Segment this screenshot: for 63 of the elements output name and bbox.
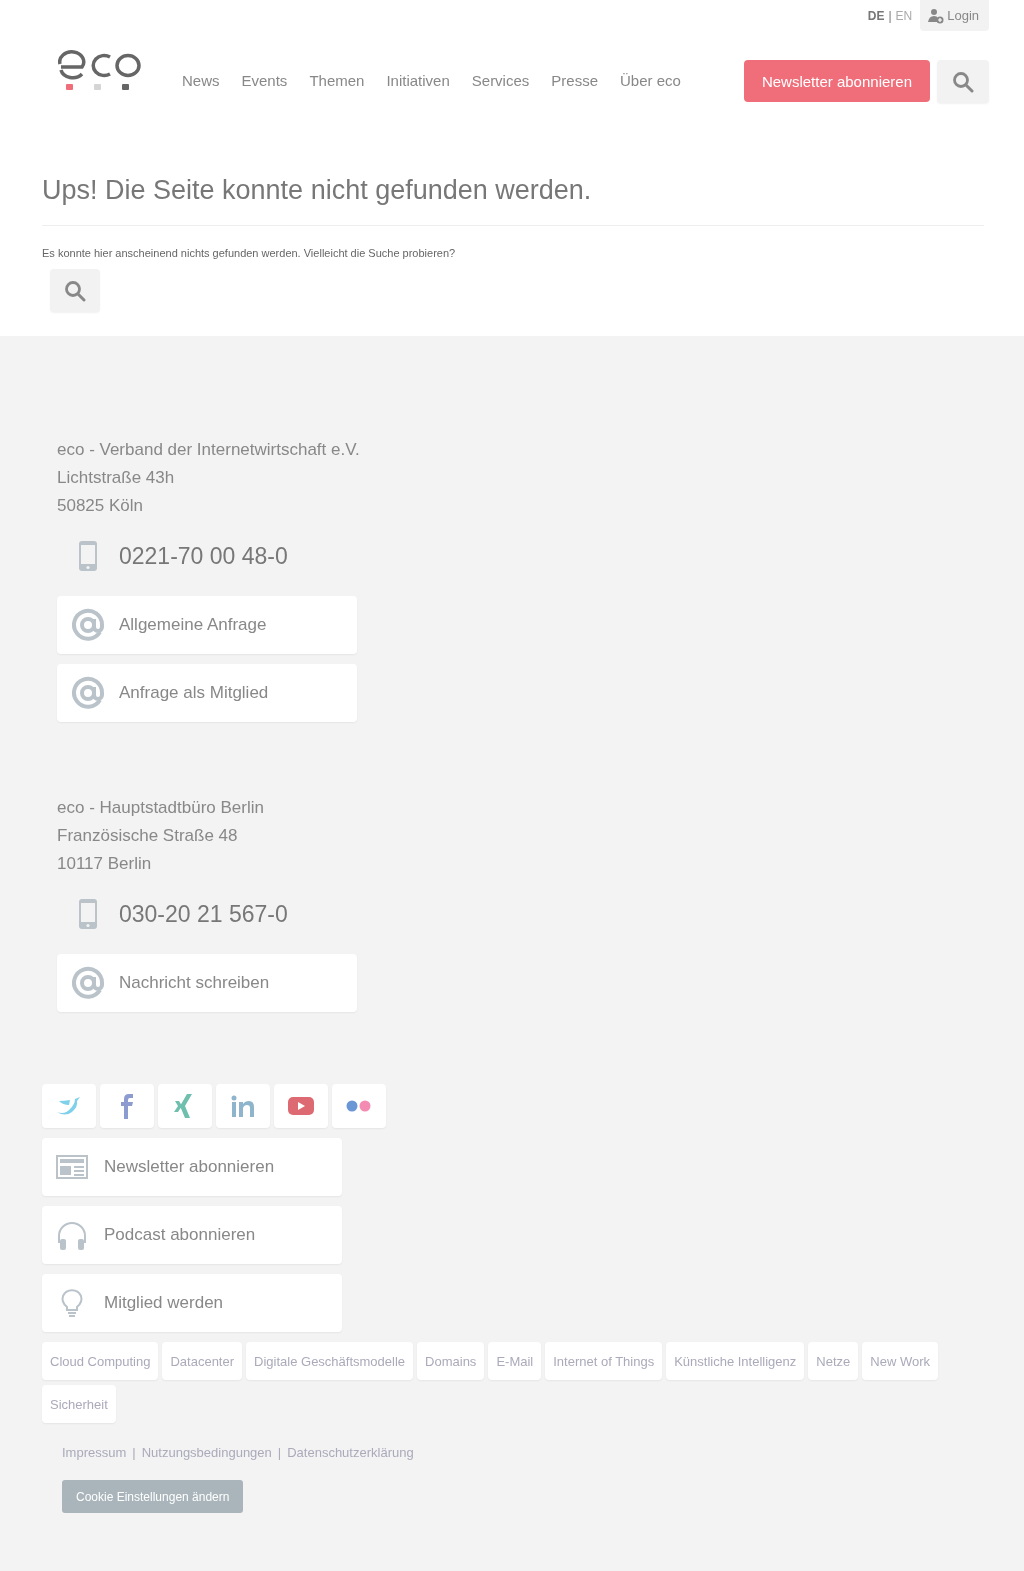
newsletter-button[interactable]: Newsletter abonnieren — [743, 60, 930, 102]
topic-tag[interactable]: Digitale Geschäftsmodelle — [246, 1342, 414, 1380]
address-line: Lichtstraße 43h — [57, 467, 176, 489]
legal-link[interactable]: Nutzungsbedingungen — [141, 1445, 272, 1460]
nav-link[interactable]: News — [182, 72, 220, 89]
at-sign-icon — [71, 676, 105, 710]
social-link[interactable] — [100, 1084, 154, 1128]
contact-link[interactable]: Anfrage als Mitglied — [57, 664, 357, 722]
address-line: 10117 Berlin — [57, 853, 153, 875]
phone-icon — [78, 540, 98, 572]
page-heading: Ups! Die Seite konnte nicht gefunden werden. — [42, 174, 593, 207]
topic-tag[interactable]: Sicherheit — [42, 1385, 116, 1423]
phone-number: 0221-70 00 48-0 — [119, 542, 288, 570]
social-link[interactable] — [158, 1084, 212, 1128]
topic-tag[interactable]: Künstliche Intelligenz — [666, 1342, 805, 1380]
language-link[interactable]: DE — [867, 8, 885, 23]
nav-link[interactable]: Über eco — [620, 72, 681, 89]
topic-tag[interactable]: Domains — [417, 1342, 485, 1380]
social-link[interactable] — [274, 1084, 328, 1128]
address-line: 50825 Köln — [57, 495, 145, 517]
search-icon — [952, 70, 974, 93]
topic-tag[interactable]: New Work — [862, 1342, 938, 1380]
social-link[interactable] — [42, 1084, 96, 1128]
separator: | — [132, 1445, 136, 1460]
logo-icon[interactable] — [58, 48, 142, 92]
error-message: Es konnte hier anscheinend nichts gefunden werden. Vielleicht die Suche probieren? — [42, 247, 457, 259]
phone-icon — [78, 898, 98, 930]
cookie-settings-button[interactable]: Cookie Einstellungen ändern — [62, 1480, 244, 1513]
social-link[interactable] — [216, 1084, 270, 1128]
newspaper-icon — [56, 1155, 88, 1179]
separator: | — [277, 1445, 282, 1460]
nav-link[interactable]: Events — [241, 72, 288, 89]
topic-tag[interactable]: Netze — [808, 1342, 859, 1380]
at-sign-icon — [71, 966, 105, 1000]
at-sign-icon — [71, 608, 105, 642]
separator: | — [888, 8, 892, 23]
topic-tag[interactable]: Datacenter — [162, 1342, 243, 1380]
nav-link[interactable]: Services — [471, 72, 530, 89]
social-link[interactable] — [332, 1084, 386, 1128]
user-icon — [928, 7, 945, 24]
topic-tag[interactable]: Cloud Computing — [42, 1342, 159, 1380]
nav-link[interactable]: Initiativen — [386, 72, 450, 89]
footer-link[interactable]: Podcast abonnieren — [42, 1206, 342, 1264]
search-button[interactable] — [937, 60, 989, 103]
footer-link[interactable]: Newsletter abonnieren — [42, 1138, 342, 1196]
footer-link[interactable]: Mitglied werden — [42, 1274, 342, 1332]
search-icon — [64, 279, 86, 302]
topic-tag[interactable]: Internet of Things — [545, 1342, 663, 1380]
phone-number: 030-20 21 567-0 — [119, 900, 288, 928]
nav-link[interactable]: Presse — [551, 72, 598, 89]
address-line: eco - Verband der Internetwirtschaft e.V. — [57, 439, 361, 461]
login-button[interactable]: Login — [920, 0, 989, 31]
legal-link[interactable]: Impressum — [62, 1445, 127, 1460]
topic-tag[interactable]: E-Mail — [488, 1342, 542, 1380]
headphones-icon — [56, 1219, 88, 1251]
search-button[interactable] — [50, 269, 100, 312]
address-line: Französische Straße 48 — [57, 825, 239, 847]
legal-link[interactable]: Datenschutzerklärung — [287, 1445, 414, 1460]
contact-link[interactable]: Allgemeine Anfrage — [57, 596, 357, 654]
nav-link[interactable]: Themen — [309, 72, 365, 89]
language-link[interactable]: EN — [895, 8, 913, 23]
address-line: eco - Hauptstadtbüro Berlin — [57, 797, 265, 819]
contact-link[interactable]: Nachricht schreiben — [57, 954, 357, 1012]
